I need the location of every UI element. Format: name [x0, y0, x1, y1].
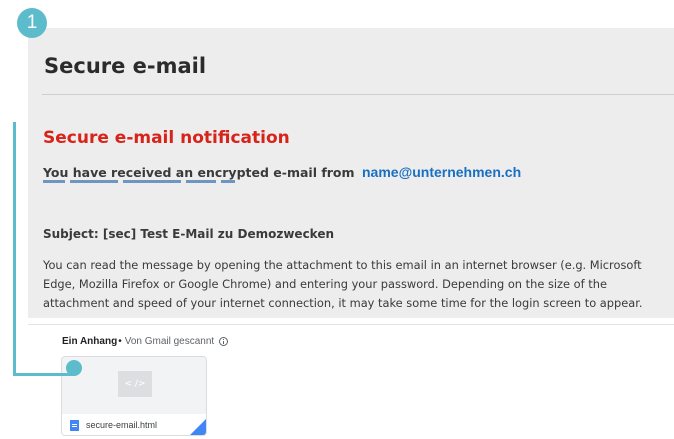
step-number-badge: 1 — [17, 8, 47, 38]
secure-email-panel: Secure e-mail Secure e-mail notification… — [28, 28, 674, 318]
subject-line: Subject: [sec] Test E-Mail zu Demozwecke… — [43, 227, 335, 241]
attachment-file-name: secure-email.html — [86, 420, 158, 430]
received-text: You have received an encrypted e-mail fr… — [43, 165, 355, 180]
callout-line-vertical — [13, 122, 16, 376]
notification-heading: Secure e-mail notification — [43, 128, 290, 148]
attachment-file-row[interactable]: secure-email.html — [62, 414, 206, 435]
sender-address[interactable]: name@unternehmen.ch — [362, 164, 521, 180]
body-line: Edge, Mozilla Firefox or Google Chrome) … — [43, 277, 607, 291]
body-line: You can read the message by opening the … — [43, 258, 642, 272]
callout-pointer-dot — [66, 360, 82, 376]
attachment-divider — [28, 324, 674, 325]
body-line: attachment and speed of your internet co… — [43, 296, 643, 310]
attachment-count-label: Ein Anhang — [62, 336, 118, 347]
separator-dot: • — [118, 336, 122, 347]
corner-fold — [190, 419, 206, 435]
document-file-icon — [70, 419, 79, 431]
attachment-header: Ein Anhang • Von Gmail gescannt — [62, 336, 229, 347]
attachment-card[interactable]: < /> secure-email.html — [61, 356, 207, 436]
body-text: You can read the message by opening the … — [43, 256, 671, 313]
code-icon: < /> — [118, 371, 152, 397]
email-title: Secure e-mail — [44, 54, 207, 78]
info-circle-icon[interactable] — [219, 337, 229, 346]
clipped-link-remnant — [43, 180, 283, 183]
attachment-preview[interactable]: < /> — [62, 357, 206, 414]
scan-label: Von Gmail gescannt — [124, 336, 215, 347]
callout-line-horizontal — [13, 373, 75, 376]
title-divider — [42, 94, 674, 95]
